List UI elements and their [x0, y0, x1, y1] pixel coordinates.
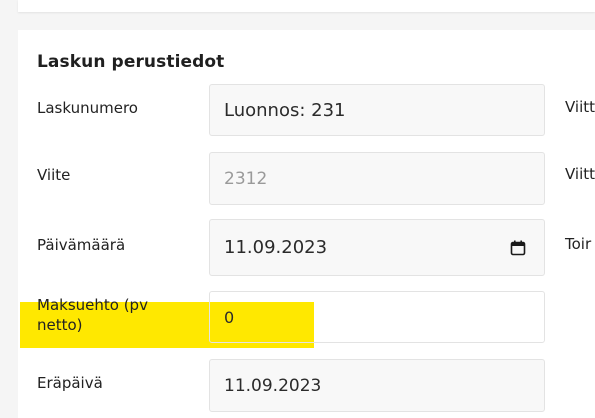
calendar-icon[interactable] [510, 240, 526, 256]
date-label: Päivämäärä [37, 236, 126, 254]
due-date-value: 11.09.2023 [224, 375, 322, 396]
invoice-number-label: Laskunumero [37, 99, 138, 117]
due-date-label: Eräpäivä [37, 374, 103, 392]
payment-terms-value: 0 [224, 307, 235, 327]
date-value: 11.09.2023 [224, 237, 328, 258]
right-label-1: Viitt [565, 98, 595, 116]
payment-terms-label-line2: netto) [37, 316, 83, 334]
top-card [18, 0, 595, 12]
right-label-3: Toir [565, 235, 592, 253]
reference-label: Viite [37, 166, 71, 184]
invoice-number-value: Luonnos: 231 [224, 99, 346, 121]
payment-terms-label: Maksuehto (pv netto) [37, 295, 148, 335]
section-title: Laskun perustiedot [37, 52, 225, 72]
reference-field[interactable]: 2312 [209, 152, 545, 205]
payment-terms-field[interactable]: 0 [209, 291, 545, 343]
right-label-2: Viitt [565, 165, 595, 183]
date-field[interactable]: 11.09.2023 [209, 219, 545, 276]
payment-terms-label-line1: Maksuehto (pv [37, 296, 148, 314]
invoice-number-field[interactable]: Luonnos: 231 [209, 84, 545, 136]
due-date-field[interactable]: 11.09.2023 [209, 359, 545, 412]
reference-value: 2312 [224, 168, 268, 189]
